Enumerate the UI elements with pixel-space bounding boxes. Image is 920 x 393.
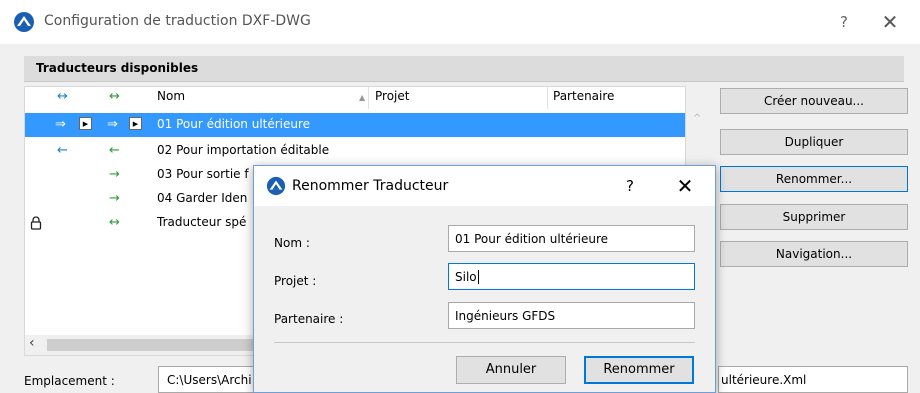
cancel-button[interactable]: Annuler [456,356,566,384]
scroll-up-icon[interactable]: ^ [693,113,701,124]
partner-field[interactable]: Ingénieurs GFDS [448,302,695,329]
name-label: Nom : [274,236,310,250]
column-header-project[interactable]: Projet [375,89,409,103]
arrow-right-icon: → [109,167,120,182]
delete-button[interactable]: Supprimer [720,204,908,230]
section-header: Traducteurs disponibles [24,56,904,82]
play-icon[interactable]: ▶ [129,117,142,130]
project-field[interactable]: Silo [448,263,695,290]
sort-ascending-icon: ▲ [359,93,366,102]
confirm-rename-button[interactable]: Renommer [584,356,694,384]
location-path-field[interactable]: C:\Users\Archi [158,366,258,393]
archicad-logo-icon [266,176,286,196]
dialog-title-bar[interactable]: Renommer Traducteur ? ✕ [254,166,715,206]
dialog-title: Renommer Traducteur [292,178,449,194]
dialog-help-button[interactable]: ? [620,174,640,198]
navigation-button[interactable]: Navigation... [720,241,908,267]
header-export-arrow-icon[interactable]: ↔ [109,89,120,104]
scroll-left-icon[interactable]: ‹ [29,335,35,351]
help-button[interactable]: ? [832,10,856,34]
name-field[interactable]: 01 Pour édition ultérieure [448,225,695,252]
title-bar[interactable]: Configuration de traduction DXF-DWG ? ✕ [0,0,920,44]
column-header-name[interactable]: Nom [157,89,185,103]
location-path-field-end[interactable]: ultérieure.Xml [718,366,908,393]
create-new-button[interactable]: Créer nouveau... [720,88,908,114]
row-name: Traducteur spé [157,215,247,229]
main-window: Configuration de traduction DXF-DWG ? ✕ … [0,0,920,393]
arrow-both-icon: ↔ [109,215,120,230]
arrow-left-icon: ← [109,143,120,158]
header-import-arrow-icon[interactable]: ↔ [57,89,68,104]
lock-icon [30,216,42,230]
dialog-close-button[interactable]: ✕ [672,172,698,200]
column-divider [368,87,369,109]
list-row-selected[interactable]: ⇒ ▶ ⇒ ▶ 01 Pour édition ultérieure [25,113,685,137]
row-name: 01 Pour édition ultérieure [157,117,311,131]
location-label: Emplacement : [24,374,115,388]
row-name: 03 Pour sortie f [157,167,249,181]
section-title: Traducteurs disponibles [36,61,199,75]
close-button[interactable]: ✕ [876,8,904,36]
list-row[interactable]: ← ← 02 Pour importation éditable [25,139,685,163]
arrow-left-icon: ← [57,143,68,158]
rename-dialog: Renommer Traducteur ? ✕ Nom : 01 Pour éd… [253,165,716,393]
scroll-thumb[interactable] [47,339,279,351]
partner-label: Partenaire : [274,312,344,326]
column-header-partner[interactable]: Partenaire [553,89,614,103]
duplicate-button[interactable]: Dupliquer [720,129,908,155]
row-name: 02 Pour importation éditable [157,143,330,157]
row-name: 04 Garder Iden [157,191,248,205]
project-field-value: Silo [455,270,477,284]
rename-button[interactable]: Renommer... [720,166,908,192]
arrow-right-icon: → [109,191,120,206]
dialog-divider [274,342,695,343]
window-title: Configuration de traduction DXF-DWG [44,13,311,29]
arrow-right-icon: ⇒ [55,117,66,132]
arrow-right-icon: ⇒ [107,117,118,132]
play-icon[interactable]: ▶ [79,117,92,130]
project-label: Projet : [274,274,317,288]
column-divider [547,87,548,109]
archicad-logo-icon [14,12,34,32]
text-cursor [477,270,479,284]
